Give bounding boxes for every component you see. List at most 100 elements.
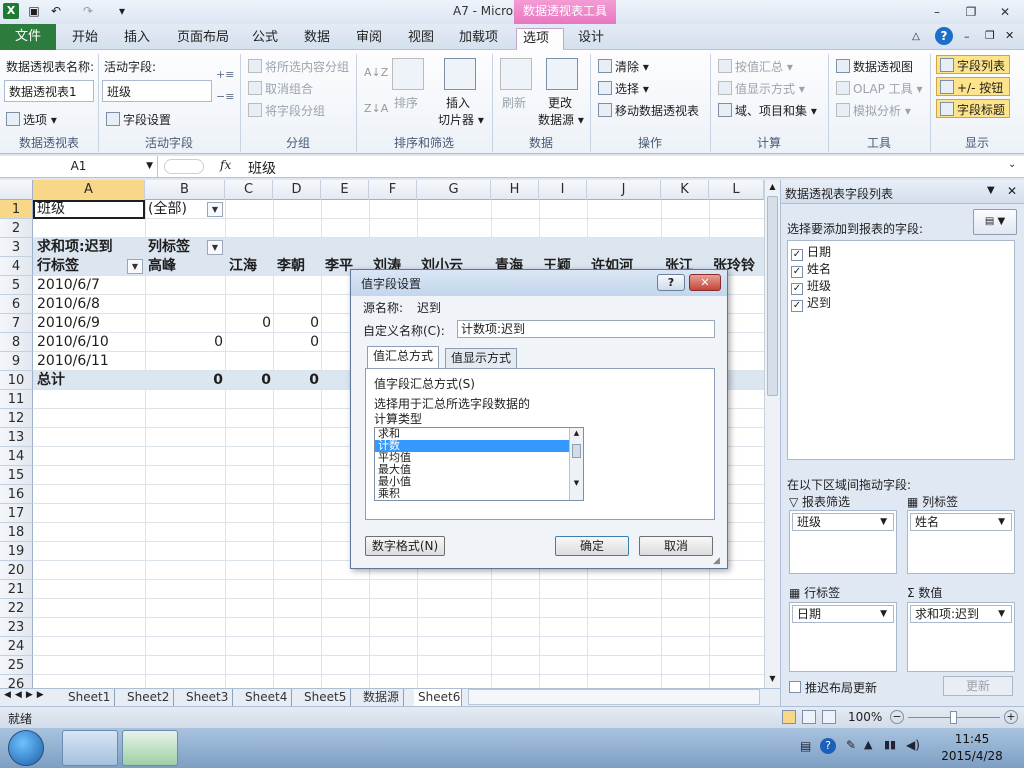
row-header[interactable]: 2 (0, 219, 33, 238)
tab-options[interactable]: 选项 (516, 28, 564, 50)
column-header[interactable]: A (33, 180, 145, 200)
row-header[interactable]: 23 (0, 618, 33, 637)
cell-A5[interactable]: 2010/6/7 (37, 276, 100, 295)
tab-review[interactable]: 审阅 (350, 28, 388, 50)
cell-B1[interactable]: (全部) (148, 200, 187, 219)
page-break-view-icon[interactable] (822, 710, 836, 724)
sheet-tab-active[interactable]: Sheet6 (414, 689, 462, 706)
collapse-field-icon[interactable]: −≡ (216, 90, 234, 103)
help-tray-icon[interactable]: ? (820, 738, 836, 754)
column-header[interactable]: E (321, 180, 369, 200)
column-header[interactable]: L (709, 180, 764, 200)
network-tray-icon[interactable]: ▮▮ (884, 738, 896, 751)
row-header[interactable]: 4 (0, 257, 33, 276)
workbook-restore-icon[interactable]: ❐ (985, 29, 995, 42)
field-checkbox-name[interactable]: ✓ 姓名 (791, 260, 831, 278)
column-header[interactable]: D (273, 180, 321, 200)
keyboard-tray-icon[interactable]: ▤ (800, 739, 811, 753)
column-header[interactable]: H (491, 180, 539, 200)
name-box-dropdown-icon[interactable]: ▼ (146, 156, 153, 177)
row-header[interactable]: 13 (0, 428, 33, 447)
scroll-thumb[interactable] (767, 196, 778, 396)
list-scroll-down-icon[interactable]: ▼ (570, 478, 583, 488)
row-header[interactable]: 11 (0, 390, 33, 409)
zoom-slider-thumb[interactable] (950, 711, 957, 724)
group-field-button[interactable]: 将字段分组 (248, 102, 325, 119)
tab-formulas[interactable]: 公式 (246, 28, 284, 50)
settings-tray-icon[interactable]: ✎ (846, 738, 856, 752)
row-label-dropdown-icon[interactable]: ▼ (127, 259, 143, 274)
list-item[interactable]: 乘积 (375, 488, 583, 500)
row-header[interactable]: 12 (0, 409, 33, 428)
insert-function-icon[interactable]: fx (220, 158, 231, 172)
column-header[interactable]: J (587, 180, 661, 200)
cell-B8[interactable]: 0 (145, 333, 223, 352)
name-box[interactable]: A1 ▼ (0, 156, 158, 178)
minimize-icon[interactable]: – (926, 3, 948, 21)
column-header[interactable]: G (417, 180, 491, 200)
dialog-help-icon[interactable]: ? (657, 274, 685, 291)
cell-A7[interactable]: 2010/6/9 (37, 314, 100, 333)
horizontal-scrollbar[interactable] (468, 689, 760, 705)
column-area[interactable]: 姓名 ▼ (907, 510, 1015, 574)
workbook-minimize-icon[interactable]: – (964, 30, 970, 43)
sheet-tab[interactable]: Sheet5 (300, 689, 352, 706)
cell-A10[interactable]: 总计 (37, 371, 65, 390)
cell-C7[interactable]: 0 (225, 314, 271, 333)
layout-options-icon[interactable]: ▤ ▼ (973, 209, 1017, 235)
slicer-icon[interactable] (444, 58, 476, 90)
chip-dropdown-icon[interactable]: ▼ (880, 606, 887, 622)
cell-A6[interactable]: 2010/6/8 (37, 295, 100, 314)
column-header[interactable]: B (145, 180, 225, 200)
ribbon-collapse-icon[interactable]: △ (909, 30, 923, 44)
close-icon[interactable]: ✕ (994, 3, 1016, 21)
tab-summarize-values[interactable]: 值汇总方式 (367, 346, 440, 369)
column-label-dropdown-icon[interactable]: ▼ (207, 240, 223, 255)
tab-data[interactable]: 数据 (298, 28, 336, 50)
expand-buttons-toggle[interactable]: +/- 按钮 (936, 77, 1010, 96)
chip-dropdown-icon[interactable]: ▼ (880, 514, 887, 530)
list-scroll-up-icon[interactable]: ▲ (570, 428, 583, 438)
update-button[interactable]: 更新 (943, 676, 1013, 696)
row-header[interactable]: 6 (0, 295, 33, 314)
excel-taskbar-icon[interactable] (122, 730, 178, 766)
refresh-button[interactable]: 刷新 (502, 94, 526, 111)
pivotchart-button[interactable]: 数据透视图 (836, 58, 913, 75)
row-header[interactable]: 26 (0, 675, 33, 688)
sheet-tab[interactable]: Sheet3 (182, 689, 234, 706)
tab-view[interactable]: 视图 (402, 28, 440, 50)
row-header[interactable]: 25 (0, 656, 33, 675)
row-header[interactable]: 20 (0, 561, 33, 580)
cell-A3[interactable]: 求和项:迟到 (37, 238, 113, 257)
summarize-by-button[interactable]: 按值汇总 ▾ (718, 58, 793, 75)
row-header[interactable]: 19 (0, 542, 33, 561)
sort-button[interactable]: 排序 (394, 94, 418, 111)
tab-home[interactable]: 开始 (66, 28, 104, 50)
row-header[interactable]: 9 (0, 352, 33, 371)
sort-asc-icon[interactable]: A↓Z (364, 66, 388, 79)
sheet-tab[interactable]: 数据源 (359, 689, 405, 706)
row-header[interactable]: 14 (0, 447, 33, 466)
chip-dropdown-icon[interactable]: ▼ (998, 606, 1005, 622)
move-pivot-button[interactable]: 移动数据透视表 (598, 102, 699, 119)
zoom-out-icon[interactable]: − (890, 710, 904, 724)
sheet-tab[interactable]: Sheet4 (241, 689, 293, 706)
row-header[interactable]: 1 (0, 200, 33, 219)
insert-slicer-button-line2[interactable]: 切片器 ▾ (438, 111, 484, 128)
list-scrollbar[interactable]: ▲ ▼ (569, 428, 583, 500)
cell-A8[interactable]: 2010/6/10 (37, 333, 109, 352)
field-settings-button[interactable]: 字段设置 (106, 111, 171, 128)
cell-A4[interactable]: 行标签 (37, 257, 79, 276)
dialog-close-icon[interactable]: ✕ (689, 274, 721, 291)
cancel-button[interactable]: 取消 (639, 536, 713, 556)
tab-file[interactable]: 文件 (0, 24, 56, 50)
column-header[interactable]: C (225, 180, 273, 200)
pane-menu-icon[interactable]: ▼ (987, 185, 995, 196)
normal-view-icon[interactable] (782, 710, 796, 724)
row-header[interactable]: 8 (0, 333, 33, 352)
change-source-button-line2[interactable]: 数据源 ▾ (538, 111, 584, 128)
tab-page-layout[interactable]: 页面布局 (171, 28, 235, 50)
filter-field-chip[interactable]: 班级 ▼ (792, 513, 894, 531)
clock-date[interactable]: 2015/4/28 (938, 749, 1006, 763)
sort-dialog-icon[interactable] (392, 58, 424, 90)
